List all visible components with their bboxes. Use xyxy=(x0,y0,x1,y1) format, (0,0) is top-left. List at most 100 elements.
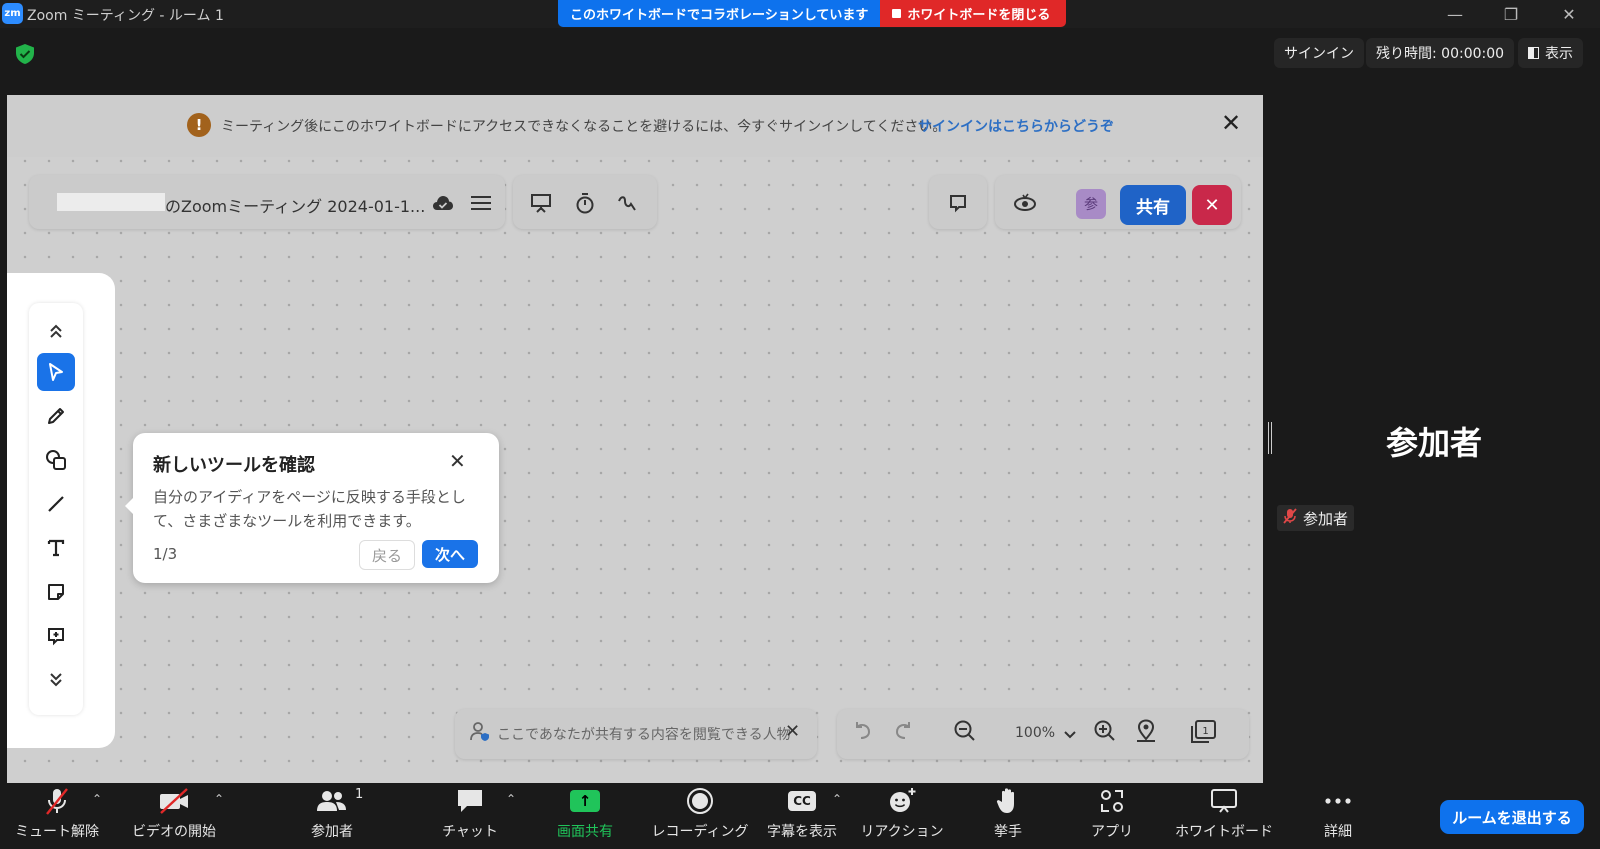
close-whiteboard-button[interactable]: ホワイトボードを閉じる xyxy=(880,0,1067,27)
signin-notice-text: ミーティング後にこのホワイトボードにアクセスできなくなることを避けるには、今すぐ… xyxy=(221,119,947,135)
apps-label: アプリ xyxy=(1091,824,1133,840)
video-options-caret-icon[interactable]: ⌃ xyxy=(214,792,224,806)
menu-icon[interactable] xyxy=(467,189,495,217)
record-button[interactable]: レコーディング xyxy=(650,783,750,849)
tooltip-arrow xyxy=(125,497,134,515)
scroll-up-icon[interactable] xyxy=(37,312,75,350)
present-icon[interactable] xyxy=(527,189,555,217)
leave-room-button[interactable]: ルームを退出する xyxy=(1440,800,1584,834)
microphone-icon xyxy=(44,783,70,819)
whiteboard-button[interactable]: ホワイトボード xyxy=(1172,783,1276,849)
tooltip-body: 自分のアイディアをページに反映する手段として、さまざまなツールを利用できます。 xyxy=(153,488,466,530)
pen-tool-icon[interactable] xyxy=(37,397,75,435)
new-tools-tooltip: 新しいツールを確認 ✕ 自分のアイディアをページに反映する手段として、さまざまな… xyxy=(125,433,499,583)
laser-pointer-icon[interactable] xyxy=(613,189,641,217)
zoom-controls-bar: 100% 1 xyxy=(837,709,1249,759)
remaining-time-badge: 残り時間: 00:00:00 xyxy=(1366,38,1515,68)
participants-button[interactable]: 1 参加者 xyxy=(296,783,368,849)
participant-name: 参加者 xyxy=(1303,509,1349,528)
share-screen-label: 画面共有 xyxy=(557,824,613,840)
record-icon xyxy=(686,783,714,819)
text-tool-icon[interactable] xyxy=(37,529,75,567)
cloud-save-icon[interactable] xyxy=(429,189,457,217)
panel-resize-handle[interactable] xyxy=(1268,422,1272,454)
collaboration-banner: このホワイトボードでコラボレーションしています ホワイトボードを閉じる xyxy=(558,0,1067,27)
chat-options-caret-icon[interactable]: ⌃ xyxy=(506,792,516,806)
participants-label: 参加者 xyxy=(311,824,353,840)
zoom-out-icon[interactable] xyxy=(953,719,977,748)
more-dots-icon xyxy=(1324,783,1352,819)
location-pin-icon[interactable] xyxy=(1135,719,1157,748)
follow-view-icon[interactable] xyxy=(1011,189,1039,217)
redo-icon[interactable] xyxy=(893,719,915,746)
unmute-label: ミュート解除 xyxy=(15,824,99,840)
reactions-label: リアクション xyxy=(860,824,944,840)
undo-icon[interactable] xyxy=(851,719,873,746)
whiteboard-label: ホワイトボード xyxy=(1175,824,1273,840)
muted-mic-icon xyxy=(1283,508,1297,528)
share-screen-button[interactable]: ↑ 画面共有 xyxy=(544,783,626,849)
signin-link[interactable]: サインインはこちらからどうぞ xyxy=(918,116,1114,136)
unmute-button[interactable]: ミュート解除 xyxy=(14,783,100,849)
minimize-button[interactable]: — xyxy=(1432,2,1478,26)
tooltip-back-button[interactable]: 戻る xyxy=(359,540,415,570)
apps-button[interactable]: アプリ xyxy=(1076,783,1148,849)
more-label: 詳細 xyxy=(1324,824,1352,840)
share-whiteboard-button[interactable]: 共有 xyxy=(1120,185,1186,225)
apps-icon xyxy=(1098,783,1126,819)
view-button[interactable]: 表示 xyxy=(1518,38,1583,68)
redacted-name xyxy=(57,193,165,211)
viewers-close-icon[interactable]: ✕ xyxy=(785,721,800,742)
more-button[interactable]: 詳細 xyxy=(1302,783,1374,849)
collaboration-status-text: このホワイトボードでコラボレーションしています xyxy=(558,0,881,27)
captions-options-caret-icon[interactable]: ⌃ xyxy=(832,792,842,806)
zoom-level[interactable]: 100% xyxy=(1015,725,1055,741)
restore-button[interactable]: ❐ xyxy=(1488,2,1534,26)
view-label: 表示 xyxy=(1545,46,1573,62)
audio-options-caret-icon[interactable]: ⌃ xyxy=(92,792,102,806)
timer-icon[interactable] xyxy=(571,189,599,217)
add-comment-icon[interactable] xyxy=(37,617,75,655)
comment-icon[interactable] xyxy=(944,189,972,217)
select-tool-icon[interactable] xyxy=(37,353,75,391)
window-title: Zoom ミーティング - ルーム 1 xyxy=(27,8,224,24)
tooltip-close-icon[interactable]: ✕ xyxy=(449,449,466,473)
zoom-in-icon[interactable] xyxy=(1093,719,1117,748)
video-camera-icon xyxy=(157,783,191,819)
chat-label: チャット xyxy=(442,824,498,840)
stop-icon xyxy=(892,9,902,18)
tooltip-next-button[interactable]: 次へ xyxy=(422,540,478,568)
close-notice-icon[interactable]: ✕ xyxy=(1221,109,1241,137)
participant-avatar[interactable]: 参 xyxy=(1076,189,1106,219)
viewers-notice-bar: ここであなたが共有する内容を閲覧できる人物 ✕ xyxy=(455,709,817,759)
signin-button[interactable]: サインイン xyxy=(1274,38,1364,68)
exit-whiteboard-button[interactable]: ✕ xyxy=(1192,185,1232,225)
show-captions-button[interactable]: CC 字幕を表示 xyxy=(762,783,842,849)
tooltip-title: 新しいツールを確認 xyxy=(153,455,315,476)
hand-icon xyxy=(995,783,1021,819)
reaction-emoji-icon xyxy=(887,783,917,819)
tooltip-step-counter: 1/3 xyxy=(153,545,178,563)
close-window-button[interactable]: ✕ xyxy=(1546,2,1592,26)
start-video-button[interactable]: ビデオの開始 xyxy=(126,783,222,849)
cc-badge: CC xyxy=(788,791,816,811)
chat-bubble-icon xyxy=(455,783,485,819)
reactions-button[interactable]: リアクション xyxy=(860,783,944,849)
security-shield-icon[interactable] xyxy=(14,43,36,65)
start-video-label: ビデオの開始 xyxy=(132,824,216,840)
warning-icon: ! xyxy=(187,113,211,137)
svg-text:1: 1 xyxy=(1202,726,1208,737)
line-tool-icon[interactable] xyxy=(37,485,75,523)
pages-icon[interactable]: 1 xyxy=(1189,719,1217,750)
board-title[interactable]: のZoomミーティング 2024-01-1... xyxy=(165,193,425,217)
participants-count: 1 xyxy=(355,787,364,802)
zoom-dropdown-icon[interactable] xyxy=(1063,723,1077,747)
chat-button[interactable]: チャット xyxy=(438,783,502,849)
sticky-note-icon[interactable] xyxy=(37,573,75,611)
scroll-down-icon[interactable] xyxy=(37,661,75,699)
raise-hand-button[interactable]: 挙手 xyxy=(972,783,1044,849)
shapes-tool-icon[interactable] xyxy=(37,441,75,479)
participants-heading: 参加者 xyxy=(1386,424,1483,462)
whiteboard-canvas[interactable]: ! ミーティング後にこのホワイトボードにアクセスできなくなることを避けるには、今… xyxy=(7,95,1263,783)
whiteboard-icon xyxy=(1209,783,1239,819)
